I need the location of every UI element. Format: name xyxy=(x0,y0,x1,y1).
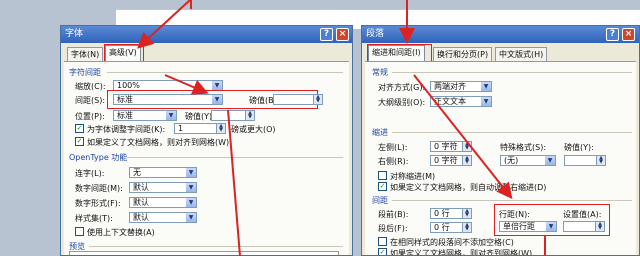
arrow-to-linespacing xyxy=(413,74,513,200)
arrow-to-spacing xyxy=(164,74,209,95)
arrow-to-advanced-tab xyxy=(137,0,191,49)
arrow-down-font xyxy=(227,109,241,256)
annotation-arrows xyxy=(137,0,546,256)
